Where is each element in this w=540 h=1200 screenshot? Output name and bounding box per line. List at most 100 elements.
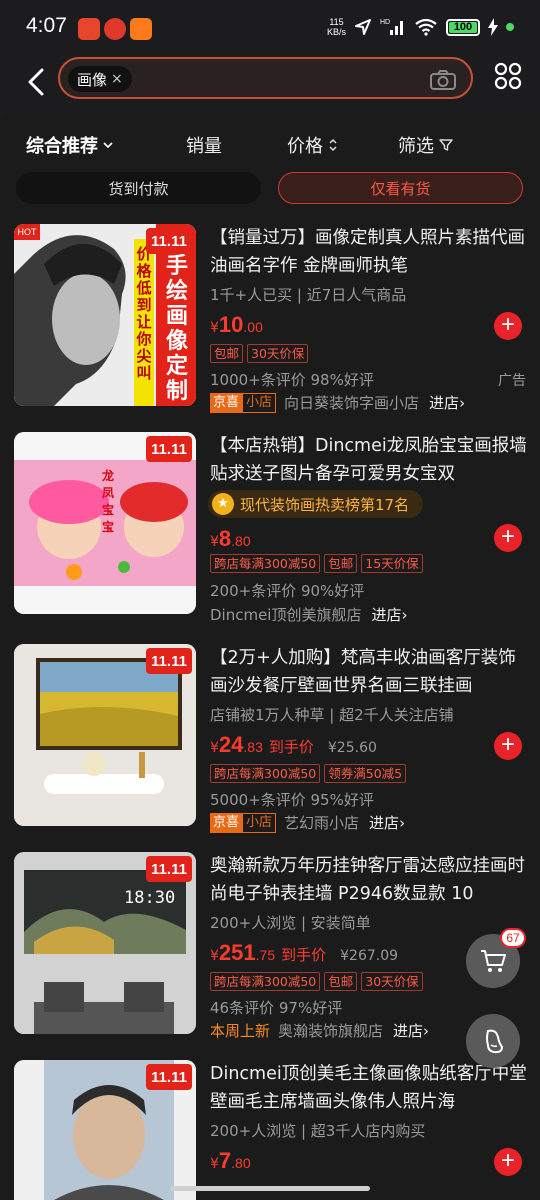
product-image[interactable]: 龙凤宝宝 11.11 <box>14 432 196 614</box>
location-icon <box>355 19 371 35</box>
product-title[interactable]: Dincmei顶创美毛主像画像贴纸客厅中堂壁画毛主席墙画头像伟人照片海 <box>210 1060 530 1116</box>
product-card[interactable]: 11.11 Dincmei顶创美毛主像画像贴纸客厅中堂壁画毛主席墙画头像伟人照片… <box>0 1060 540 1200</box>
product-image[interactable]: 11.11 <box>14 644 196 826</box>
cod-toggle[interactable]: 货到付款 <box>16 172 261 204</box>
results-panel: 综合推荐 销量 价格 筛选 货到付款 仅看有货 HOT 价格低到让你尖叫 手绘画… <box>0 112 540 1200</box>
product-reviews: 5000+条评价 95%好评 <box>210 791 374 809</box>
double11-badge: 11.11 <box>146 228 192 254</box>
sort-sales-label: 销量 <box>186 136 222 157</box>
product-image[interactable]: 11.11 <box>14 1060 196 1200</box>
shop-row[interactable]: 京喜 小店 艺幻雨小店 进店 › <box>210 812 405 833</box>
search-input[interactable]: 画像 × <box>58 57 473 99</box>
status-time: 4:07 <box>26 14 67 37</box>
shop-name: Dincmei顶创美旗舰店 <box>210 606 362 624</box>
status-dot <box>506 23 514 31</box>
camera-search-button[interactable] <box>429 69 457 95</box>
ad-label: 广告 <box>498 373 526 389</box>
enter-shop-link[interactable]: 进店 <box>371 604 401 625</box>
product-card[interactable]: 11.11 【2万+人加购】梵高丰收油画客厅装饰画沙发餐厅壁画世界名画三联挂画 … <box>0 644 540 844</box>
filter-button[interactable]: 筛选 <box>398 132 453 158</box>
product-subtitle: 1千+人已买 | 近7日人气商品 <box>210 286 407 304</box>
add-to-cart-button[interactable]: + <box>494 1148 522 1176</box>
shop-badge-small: 小店 <box>242 392 277 413</box>
rank-badge[interactable]: ★ 现代装饰画热卖榜第17名 <box>208 490 424 518</box>
enter-shop-link[interactable]: 进店 <box>429 392 459 413</box>
product-reviews: 1000+条评价 98%好评 <box>210 371 374 389</box>
rank-label: 现代装饰画热卖榜第17名 <box>240 495 410 514</box>
sort-comprehensive-label: 综合推荐 <box>26 136 98 157</box>
product-title[interactable]: 【本店热销】Dincmei龙凤胎宝宝画报墙贴求送子图片备孕可爱男女宝双 <box>210 432 530 488</box>
promo-tag: 15天价保 <box>361 554 423 573</box>
chevron-right-icon: › <box>401 605 408 624</box>
clock-display: 18:30 <box>124 888 176 908</box>
sort-price[interactable]: 价格 <box>287 132 338 158</box>
chevron-right-icon: › <box>423 1021 430 1040</box>
product-price: ¥24.83 到手价 ¥25.60 <box>210 732 377 757</box>
shop-badge-small: 小店 <box>242 812 277 833</box>
promo-tags: 跨店每满300减50 包邮 15天价保 <box>210 554 423 573</box>
wifi-icon <box>415 18 437 36</box>
product-subtitle: 店铺被1万人种草 | 超2千人关注店铺 <box>210 706 454 724</box>
hot-badge: HOT <box>14 224 40 240</box>
product-card[interactable]: 18:30 11.11 奥瀚新款万年历挂钟客厅雷达感应挂画时尚电子钟表挂墙 P2… <box>0 852 540 1052</box>
shop-row[interactable]: 京喜 小店 向日葵装饰字画小店 进店 › <box>210 392 465 413</box>
product-card[interactable]: HOT 价格低到让你尖叫 手绘画像定制 11.11 【销量过万】画像定制真人照片… <box>0 224 540 424</box>
cart-icon <box>481 950 506 972</box>
promo-tag: 30天价保 <box>247 344 309 363</box>
product-price: ¥7.80 <box>210 1148 251 1173</box>
search-keyword-chip[interactable]: 画像 × <box>68 66 132 92</box>
product-image[interactable]: HOT 价格低到让你尖叫 手绘画像定制 11.11 <box>14 224 196 406</box>
floating-cart-button[interactable]: 67 <box>466 928 526 988</box>
image-caption-a: 手绘画像定制 <box>165 254 188 404</box>
double11-badge: 11.11 <box>146 436 192 462</box>
weibo-notification-icon <box>104 18 126 40</box>
chip-remove-icon[interactable]: × <box>111 71 123 87</box>
add-to-cart-button[interactable]: + <box>494 732 522 760</box>
promo-tag: 30天价保 <box>361 972 423 991</box>
double11-badge: 11.11 <box>146 648 192 674</box>
shop-name: 艺幻雨小店 <box>284 814 360 832</box>
product-price: ¥251.75 到手价 ¥267.09 <box>210 940 399 965</box>
product-subtitle: 200+人浏览 | 安装简单 <box>210 914 371 932</box>
product-price: ¥10.00 <box>210 312 263 337</box>
enter-shop-link[interactable]: 进店 <box>369 812 399 833</box>
grid-icon <box>494 62 522 90</box>
battery-icon: 100 <box>446 18 480 36</box>
chevron-right-icon: › <box>399 813 406 832</box>
medal-icon: ★ <box>212 493 234 515</box>
shop-badge-jingxi: 京喜 <box>210 812 243 833</box>
product-image[interactable]: 18:30 11.11 <box>14 852 196 1034</box>
new-arrival-tag: 本周上新 <box>210 1022 271 1040</box>
more-menu-button[interactable] <box>494 62 522 94</box>
add-to-cart-button[interactable]: + <box>494 524 522 552</box>
home-indicator <box>170 1186 370 1191</box>
sort-sales[interactable]: 销量 <box>186 132 222 158</box>
search-keyword: 画像 <box>77 70 108 89</box>
product-card[interactable]: 龙凤宝宝 11.11 【本店热销】Dincmei龙凤胎宝宝画报墙贴求送子图片备孕… <box>0 432 540 632</box>
product-subtitle: 200+人浏览 | 超3千人店内购买 <box>210 1122 426 1140</box>
signal-icon: HD <box>380 19 403 35</box>
shop-name: 奥瀚装饰旗舰店 <box>278 1022 384 1040</box>
enter-shop-link[interactable]: 进店 <box>393 1020 423 1041</box>
promo-tag: 包邮 <box>324 554 358 573</box>
product-reviews: 200+条评价 90%好评 <box>210 582 365 600</box>
image-caption: 龙凤宝宝 <box>102 469 115 534</box>
add-to-cart-button[interactable]: + <box>494 312 522 340</box>
back-button[interactable] <box>22 62 52 102</box>
footprint-button[interactable] <box>466 1014 520 1068</box>
sort-updown-icon <box>329 138 337 152</box>
sort-comprehensive[interactable]: 综合推荐 <box>26 132 113 158</box>
promo-tags: 包邮 30天价保 <box>210 344 309 363</box>
product-title[interactable]: 【2万+人加购】梵高丰收油画客厅装饰画沙发餐厅壁画世界名画三联挂画 <box>210 644 530 700</box>
product-title[interactable]: 奥瀚新款万年历挂钟客厅雷达感应挂画时尚电子钟表挂墙 P2946数显款 10 <box>210 852 530 908</box>
promo-tags: 跨店每满300减50 包邮 30天价保 <box>210 972 423 991</box>
cart-count-badge: 67 <box>500 928 526 948</box>
camera-icon <box>430 70 456 90</box>
product-price: ¥8.80 <box>210 526 251 551</box>
promo-tag: 跨店每满300减50 <box>210 972 321 991</box>
shop-row[interactable]: 本周上新 奥瀚装饰旗舰店 进店 › <box>210 1020 429 1041</box>
promo-tag: 跨店每满300减50 <box>210 764 321 783</box>
product-title[interactable]: 【销量过万】画像定制真人照片素描代画油画名字作 金牌画师执笔 <box>210 224 530 280</box>
in-stock-toggle[interactable]: 仅看有货 <box>278 172 523 204</box>
shop-row[interactable]: Dincmei顶创美旗舰店 进店 › <box>210 604 408 625</box>
